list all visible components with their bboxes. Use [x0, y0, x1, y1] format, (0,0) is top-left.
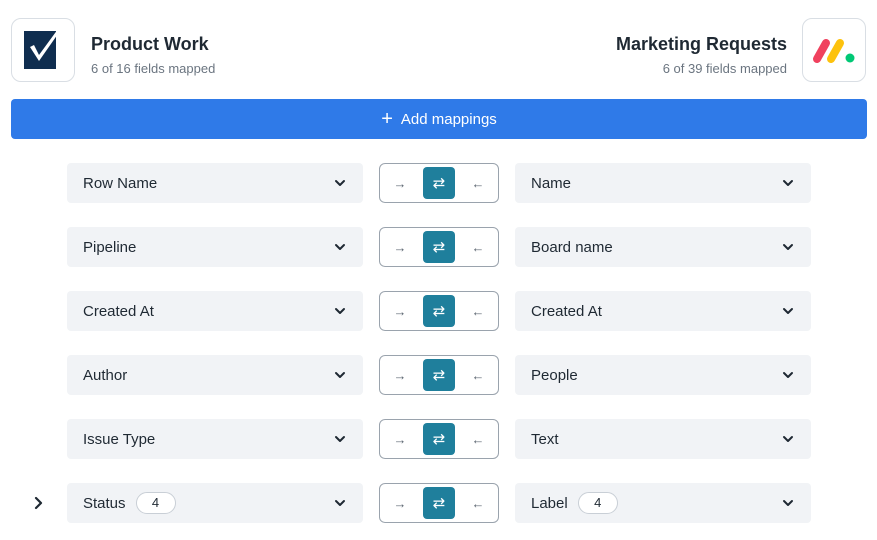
left-field-label: Author [83, 366, 128, 384]
two-way-sync-icon[interactable]: ⇄ [423, 295, 455, 327]
right-field-label: People [531, 366, 578, 384]
chevron-down-icon [335, 180, 345, 186]
chevron-down-icon [335, 308, 345, 314]
chevron-down-icon [335, 372, 345, 378]
right-field-select[interactable]: Name [515, 163, 811, 203]
right-app-name: Marketing Requests [615, 34, 787, 54]
mapping-row: Status 4 → ⇄ ← Label 4 [0, 483, 877, 523]
mapping-row: Created At → ⇄ ← Created At [0, 291, 877, 331]
right-field-select[interactable]: People [515, 355, 811, 395]
right-field-select[interactable]: Label 4 [515, 483, 811, 523]
direction-toggle: → ⇄ ← [379, 483, 499, 523]
direction-toggle: → ⇄ ← [379, 163, 499, 203]
product-work-logo [11, 18, 75, 82]
arrow-right-icon[interactable]: → [382, 356, 418, 394]
left-app-name: Product Work [91, 34, 209, 54]
direction-toggle: → ⇄ ← [379, 419, 499, 459]
direction-toggle: → ⇄ ← [379, 291, 499, 331]
right-field-label: Name [531, 174, 572, 192]
chevron-right-icon[interactable] [30, 495, 46, 511]
left-field-label: Created At [83, 302, 154, 320]
right-field-select[interactable]: Board name [515, 227, 811, 267]
mapping-row: Issue Type → ⇄ ← Text [0, 419, 877, 459]
chevron-down-icon [335, 244, 345, 250]
chevron-down-icon [335, 500, 345, 506]
value-count-badge: 4 [577, 492, 618, 514]
left-field-select[interactable]: Status 4 [67, 483, 363, 523]
arrow-right-icon[interactable]: → [382, 164, 418, 202]
left-app-subtitle: 6 of 16 fields mapped [91, 61, 216, 76]
right-field-label: Text [531, 430, 559, 448]
left-field-select[interactable]: Row Name [67, 163, 363, 203]
right-field-select[interactable]: Text [515, 419, 811, 459]
two-way-sync-icon[interactable]: ⇄ [423, 167, 455, 199]
left-field-select[interactable]: Pipeline [67, 227, 363, 267]
left-field-label: Issue Type [83, 430, 156, 448]
chevron-down-icon [783, 244, 793, 250]
add-mappings-label: Add mappings [400, 110, 497, 128]
two-way-sync-icon[interactable]: ⇄ [423, 487, 455, 519]
value-count-badge: 4 [135, 492, 176, 514]
left-field-label: Row Name [83, 174, 158, 192]
chevron-down-icon [783, 436, 793, 442]
two-way-sync-icon[interactable]: ⇄ [423, 231, 455, 263]
two-way-sync-icon[interactable]: ⇄ [423, 423, 455, 455]
direction-toggle: → ⇄ ← [379, 227, 499, 267]
monday-logo-icon [813, 39, 855, 63]
chevron-down-icon [783, 500, 793, 506]
mapping-row: Author → ⇄ ← People [0, 355, 877, 395]
arrow-left-icon[interactable]: ← [460, 228, 496, 266]
right-field-label: Label [531, 494, 568, 512]
right-field-label: Board name [531, 238, 613, 256]
chevron-down-icon [335, 436, 345, 442]
smartsheet-logo-icon [24, 29, 60, 69]
left-field-label: Pipeline [83, 238, 137, 256]
left-field-select[interactable]: Author [67, 355, 363, 395]
left-field-select[interactable]: Issue Type [67, 419, 363, 459]
chevron-down-icon [783, 308, 793, 314]
arrow-right-icon[interactable]: → [382, 484, 418, 522]
direction-toggle: → ⇄ ← [379, 355, 499, 395]
left-field-label: Status [83, 494, 126, 512]
two-way-sync-icon[interactable]: ⇄ [423, 359, 455, 391]
right-field-select[interactable]: Created At [515, 291, 811, 331]
arrow-right-icon[interactable]: → [382, 420, 418, 458]
marketing-requests-logo [802, 18, 866, 82]
arrow-left-icon[interactable]: ← [460, 420, 496, 458]
arrow-left-icon[interactable]: ← [460, 484, 496, 522]
add-mappings-button[interactable]: + Add mappings [11, 99, 867, 139]
plus-icon: + [381, 108, 393, 130]
right-field-label: Created At [531, 302, 602, 320]
arrow-left-icon[interactable]: ← [460, 356, 496, 394]
arrow-left-icon[interactable]: ← [460, 292, 496, 330]
chevron-down-icon [783, 372, 793, 378]
left-field-select[interactable]: Created At [67, 291, 363, 331]
arrow-right-icon[interactable]: → [382, 292, 418, 330]
chevron-down-icon [783, 180, 793, 186]
right-app-subtitle: 6 of 39 fields mapped [662, 61, 787, 76]
arrow-right-icon[interactable]: → [382, 228, 418, 266]
mapping-row: Row Name → ⇄ ← Name [0, 163, 877, 203]
mapping-row: Pipeline → ⇄ ← Board name [0, 227, 877, 267]
arrow-left-icon[interactable]: ← [460, 164, 496, 202]
